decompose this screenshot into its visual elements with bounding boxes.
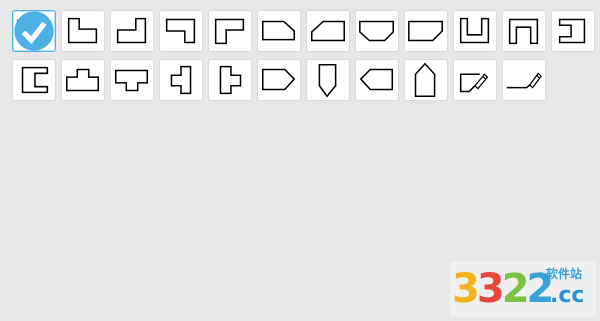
shape-tile-arrow-left[interactable] — [355, 59, 399, 101]
shape-tile-freeform-polygon[interactable] — [453, 59, 497, 101]
shape-tile-l-top-right[interactable] — [159, 10, 203, 52]
shape-tile-freeform-line[interactable] — [502, 59, 546, 101]
t-shape-left-icon — [170, 65, 192, 95]
freeform-line-pencil-icon — [506, 72, 543, 89]
bracket-left-icon — [21, 66, 49, 94]
shape-tile-pentagon-right-cut[interactable] — [257, 10, 301, 52]
l-shape-top-right-icon — [165, 18, 196, 44]
shape-tile-l-bottom-right[interactable] — [110, 10, 154, 52]
watermark-logo-number: 3322 — [452, 265, 554, 313]
shape-tile-inverted-u-shape[interactable] — [502, 10, 546, 52]
t-shape-down-icon — [115, 69, 149, 92]
watermark-digit: 2 — [501, 266, 530, 312]
arrow-pentagon-up-icon — [414, 62, 436, 97]
shape-tile-t-left[interactable] — [159, 59, 203, 101]
shape-tile-arrow-up[interactable] — [404, 59, 448, 101]
shape-tile-pentagon-left-cut[interactable] — [306, 10, 350, 52]
inverted-u-shape-icon — [508, 18, 539, 45]
shape-tile-pentagon-bottom-right-cut[interactable] — [404, 10, 448, 52]
watermark-site-label: 软件站 — [546, 267, 583, 281]
shape-tile-bracket-right[interactable] — [551, 10, 595, 52]
arrow-pentagon-left-icon — [359, 68, 394, 91]
watermark-suffix: .cc — [550, 283, 585, 308]
site-watermark: 3322 软件站 .cc — [450, 261, 596, 317]
watermark-digit: 3 — [476, 266, 505, 312]
shape-tile-arrow-right[interactable] — [257, 59, 301, 101]
shape-tile-t-up[interactable] — [61, 59, 105, 101]
shape-tile-l-bottom-left[interactable] — [61, 10, 105, 52]
l-shape-top-left-icon — [214, 18, 245, 45]
shape-tile-arrow-down[interactable] — [306, 59, 350, 101]
shape-tile-pentagon-bottom-cut[interactable] — [355, 10, 399, 52]
t-shape-right-icon — [219, 65, 242, 95]
pentagon-bottom-right-cut-icon — [408, 20, 443, 42]
pentagon-right-cut-icon — [262, 20, 296, 41]
watermark-digit: 3 — [452, 266, 480, 312]
checkmark-icon — [14, 11, 54, 51]
t-shape-up-icon — [66, 68, 100, 92]
shape-tile-t-right[interactable] — [208, 59, 252, 101]
l-shape-bottom-left-icon — [67, 17, 98, 44]
pentagon-left-cut-icon — [311, 20, 345, 42]
arrow-pentagon-down-icon — [318, 63, 337, 98]
l-shape-bottom-right-icon — [116, 17, 147, 44]
shape-tile-rectangle[interactable] — [12, 10, 56, 52]
freeform-polygon-pencil-icon — [459, 73, 489, 93]
shape-tile-l-top-left[interactable] — [208, 10, 252, 52]
u-shape-icon — [459, 17, 490, 44]
shape-tile-bracket-left[interactable] — [12, 59, 56, 101]
pentagon-bottom-cut-icon — [359, 20, 394, 42]
bracket-right-icon — [558, 18, 586, 44]
shape-tile-u-shape[interactable] — [453, 10, 497, 52]
shape-tile-t-down[interactable] — [110, 59, 154, 101]
arrow-pentagon-right-icon — [262, 68, 296, 91]
